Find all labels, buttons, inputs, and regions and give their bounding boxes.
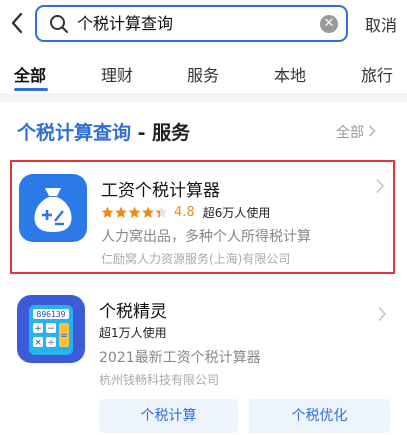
see-all-link[interactable]: 全部 (336, 122, 376, 142)
app-description: 人力窝出品，多种个人所得税计算 (101, 229, 311, 245)
tab-all[interactable]: 全部 (14, 62, 46, 86)
tab-travel[interactable]: 旅行 (361, 62, 393, 86)
section-title: 个税计算查询 - 服务 (17, 118, 190, 145)
chevron-right-icon (368, 125, 376, 141)
close-icon: ✕ (323, 16, 335, 31)
section-title-keyword: 个税计算查询 (17, 122, 132, 144)
search-input[interactable]: 个税计算查询 ✕ (35, 5, 348, 42)
back-arrow-icon (11, 12, 23, 34)
tab-finance[interactable]: 理财 (101, 62, 133, 86)
chevron-right-icon (375, 178, 385, 194)
rating-stars-icon (101, 206, 169, 219)
search-query-text: 个税计算查询 (77, 14, 174, 33)
result-card-salary-tax-calculator[interactable]: 工资个税计算器 4.8 超6万人使用 人力窝出品，多种个人所得税计算 仁励窝人力… (10, 160, 395, 274)
app-user-count: 超1万人使用 (99, 326, 167, 340)
money-bag-icon (19, 174, 87, 242)
svg-text:×: × (34, 338, 42, 348)
see-all-label: 全部 (336, 125, 364, 141)
section-divider (0, 93, 407, 102)
calculator-icon: 896139 + − × ÷ = (17, 295, 85, 363)
app-rating: 4.8 (174, 205, 195, 220)
app-meta-row: 4.8 超6万人使用 (101, 204, 270, 221)
tab-local[interactable]: 本地 (274, 62, 306, 86)
svg-text:=: = (60, 331, 68, 341)
chevron-right-icon (377, 306, 387, 322)
category-tabs: 全部 理财 服务 本地 旅行 (0, 48, 407, 93)
top-bar: 个税计算查询 ✕ 取消 (0, 0, 407, 48)
app-description: 2021最新工资个税计算器 (99, 350, 261, 366)
service-button-tax-calculation[interactable]: 个税计算 (99, 399, 238, 433)
cancel-button[interactable]: 取消 (365, 12, 397, 36)
svg-text:−: − (47, 324, 55, 334)
section-title-suffix: - 服务 (131, 122, 191, 144)
search-icon (50, 15, 68, 33)
app-name: 个税精灵 (99, 302, 167, 322)
app-name: 工资个税计算器 (101, 181, 220, 201)
result-card-tax-spirit[interactable]: 896139 + − × ÷ = 个税精灵 超1万人使用 2021最新工资个税计… (10, 290, 395, 390)
clear-search-button[interactable]: ✕ (320, 15, 338, 33)
calculator-display-text: 896139 (37, 310, 66, 319)
app-company: 仁励窝人力资源服务(上海)有限公司 (101, 252, 291, 266)
app-user-count: 超6万人使用 (202, 206, 271, 220)
app-company: 杭州钱畅科技有限公司 (99, 373, 220, 387)
svg-text:+: + (34, 324, 42, 334)
tab-services[interactable]: 服务 (187, 62, 219, 86)
service-button-tax-optimization[interactable]: 个税优化 (249, 399, 390, 433)
back-button[interactable] (4, 8, 30, 38)
active-tab-indicator (14, 88, 48, 91)
svg-text:÷: ÷ (47, 338, 55, 348)
